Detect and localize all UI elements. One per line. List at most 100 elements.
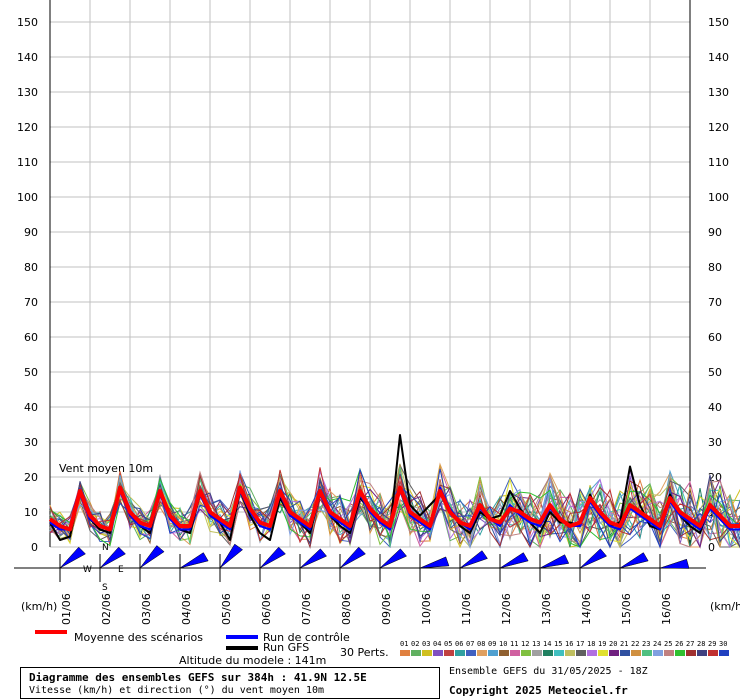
perturbation-id: 22: [631, 640, 640, 648]
altitude-text: Altitude du modele : 141m: [179, 654, 327, 667]
y-tick-label-right: 40: [708, 401, 722, 414]
x-tick-label: 14/06: [580, 593, 593, 625]
y-tick-label-left: 70: [24, 296, 38, 309]
in-plot-label: Vent moyen 10m: [59, 462, 153, 475]
perturbation-swatch: [444, 650, 454, 656]
wind-arrow: [299, 548, 328, 569]
y-tick-label-right: 110: [708, 156, 729, 169]
y-tick-label-left: 120: [17, 121, 38, 134]
perturbation-id: 02: [411, 640, 420, 648]
wind-arrow: [59, 546, 86, 569]
compass-e: E: [118, 565, 124, 575]
perturbation-id: 07: [466, 640, 475, 648]
perturbation-id: 23: [642, 640, 651, 648]
perturbation-swatch: [543, 650, 553, 656]
perturbation-id: 04: [433, 640, 442, 648]
perturbation-id: 24: [653, 640, 662, 648]
perturbation-id: 16: [565, 640, 574, 648]
perturbation-id: 27: [686, 640, 695, 648]
perturbation-id: 10: [499, 640, 508, 648]
perturbation-id: 25: [664, 640, 673, 648]
perturbation-swatch: [411, 650, 421, 656]
wind-arrow: [579, 548, 608, 569]
perturbation-swatch: [697, 650, 707, 656]
legend-gfs-swatch: [226, 646, 258, 650]
perturbation-swatch: [565, 650, 575, 656]
compass-s: S: [102, 583, 108, 593]
perturbation-id: 08: [477, 640, 486, 648]
x-tick-label: 01/06: [60, 593, 73, 625]
perturbation-id: 03: [422, 640, 431, 648]
wind-arrow: [499, 552, 529, 569]
perturbation-swatch: [466, 650, 476, 656]
run-info: Ensemble GEFS du 31/05/2025 - 18Z: [449, 666, 648, 677]
legend-mean-swatch: [35, 630, 67, 634]
perturbation-swatch: [620, 650, 630, 656]
wind-arrow: [339, 546, 366, 569]
perturbation-swatch: [642, 650, 652, 656]
x-tick-label: 16/06: [660, 593, 673, 625]
perturbation-swatch: [532, 650, 542, 656]
y-tick-label-right: 140: [708, 51, 729, 64]
chart-subtitle: Vitesse (km/h) et direction (°) du vent …: [29, 685, 325, 696]
y-tick-label-left: 150: [17, 16, 38, 29]
perturbation-id: 17: [576, 640, 585, 648]
perturbation-id: 05: [444, 640, 453, 648]
perturbation-id: 15: [554, 640, 563, 648]
wind-arrow: [619, 552, 649, 569]
perturbation-id: 01: [400, 640, 409, 648]
perturbations-label: 30 Perts.: [340, 646, 389, 659]
y-tick-label-left: 110: [17, 156, 38, 169]
unit-label-left: (km/h): [21, 600, 57, 613]
perturbation-swatch: [686, 650, 696, 656]
y-tick-label-left: 30: [24, 436, 38, 449]
y-tick-label-left: 50: [24, 366, 38, 379]
x-tick-label: 04/06: [180, 593, 193, 625]
y-tick-label-left: 130: [17, 86, 38, 99]
y-tick-label-left: 10: [24, 506, 38, 519]
x-tick-label: 13/06: [540, 593, 553, 625]
wind-arrow: [139, 545, 165, 569]
perturbation-swatch: [576, 650, 586, 656]
perturbation-swatch: [477, 650, 487, 656]
y-tick-label-left: 0: [31, 541, 38, 554]
perturbation-id: 18: [587, 640, 596, 648]
wind-arrow: [659, 558, 690, 569]
wind-arrow: [459, 550, 488, 569]
y-tick-label-left: 40: [24, 401, 38, 414]
wind-arrow: [539, 554, 570, 569]
info-box: Diagramme des ensembles GEFS sur 384h : …: [20, 667, 440, 699]
perturbation-swatch: [609, 650, 619, 656]
perturbation-id: 06: [455, 640, 464, 648]
perturbation-id: 30: [719, 640, 728, 648]
compass-n: N: [102, 543, 109, 553]
wind-arrow: [179, 552, 209, 569]
perturbation-swatch: [675, 650, 685, 656]
perturbation-swatch: [488, 650, 498, 656]
perturbation-swatch: [631, 650, 641, 656]
x-tick-label: 15/06: [620, 593, 633, 625]
perturbation-swatch: [455, 650, 465, 656]
chart-title: Diagramme des ensembles GEFS sur 384h : …: [29, 671, 367, 684]
wind-arrow: [379, 548, 408, 569]
perturbation-swatch: [653, 650, 663, 656]
y-tick-label-right: 70: [708, 296, 722, 309]
y-tick-label-right: 130: [708, 86, 729, 99]
perturbation-id: 29: [708, 640, 717, 648]
x-tick-label: 03/06: [140, 593, 153, 625]
wind-arrow: [219, 543, 244, 569]
wind-arrow: [419, 556, 450, 569]
perturbation-swatch: [719, 650, 729, 656]
y-tick-label-left: 140: [17, 51, 38, 64]
perturbation-id: 28: [697, 640, 706, 648]
y-tick-label-left: 80: [24, 261, 38, 274]
x-tick-label: 02/06: [100, 593, 113, 625]
perturbation-swatch: [664, 650, 674, 656]
perturbation-id: 12: [521, 640, 530, 648]
unit-label-right: (km/h): [710, 600, 740, 613]
perturbation-id: 11: [510, 640, 519, 648]
x-tick-label: 06/06: [260, 593, 273, 625]
x-tick-label: 09/06: [380, 593, 393, 625]
y-tick-label-right: 0: [708, 541, 715, 554]
compass-w: W: [83, 565, 92, 575]
